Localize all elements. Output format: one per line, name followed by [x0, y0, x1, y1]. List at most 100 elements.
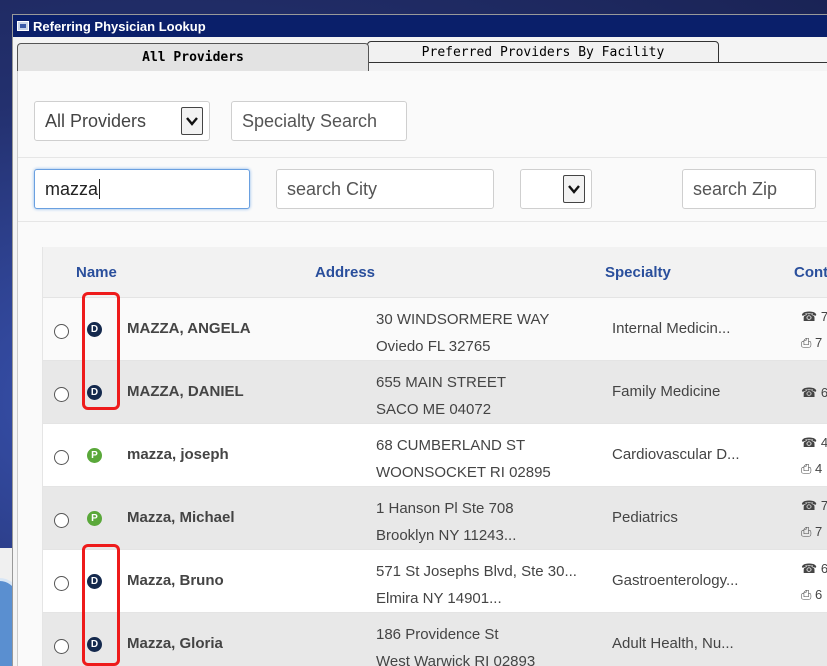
provider-specialty: Internal Medicin... — [612, 320, 731, 337]
tab-divider — [719, 62, 827, 63]
phone-icon: ☎ — [801, 309, 818, 324]
phone-icon: ☎ — [801, 435, 818, 450]
column-header-specialty[interactable]: Specialty — [605, 264, 671, 281]
row-radio[interactable] — [54, 513, 69, 528]
provider-specialty: Adult Health, Nu... — [612, 635, 734, 652]
fax-number: 4 — [815, 461, 823, 476]
window-title: Referring Physician Lookup — [33, 18, 206, 34]
chevron-down-icon[interactable] — [181, 107, 203, 135]
address-line2: Elmira NY 14901... — [376, 590, 502, 607]
provider-results-table: Name Address Specialty Cont D MAZZA, ANG… — [42, 247, 827, 666]
city-search-input[interactable]: search City — [276, 169, 494, 209]
table-row[interactable]: P mazza, joseph 68 CUMBERLAND ST WOONSOC… — [43, 423, 827, 486]
name-search-value: mazza — [45, 178, 99, 199]
address-line1: 186 Providence St — [376, 626, 499, 643]
text-caret — [99, 179, 101, 199]
provider-contact: ☎ 71 ⎙ 7 — [801, 493, 827, 545]
table-row[interactable]: D Mazza, Bruno 571 St Josephs Blvd, Ste … — [43, 549, 827, 612]
table-row[interactable]: P Mazza, Michael 1 Hanson Pl Ste 708 Bro… — [43, 486, 827, 549]
phone-icon: ☎ — [801, 385, 818, 400]
provider-type-value: All Providers — [45, 110, 147, 131]
tab-strip: Preferred Providers By Facility All Prov… — [13, 37, 827, 71]
tab-content: All Providers Specialty Search mazza sea… — [17, 71, 827, 666]
zip-search-input[interactable]: search Zip — [682, 169, 816, 209]
provider-type-badge: P — [87, 511, 102, 526]
provider-type-select[interactable]: All Providers — [34, 101, 210, 141]
address-line2: SACO ME 04072 — [376, 401, 492, 418]
title-bar: Referring Physician Lookup — [13, 15, 827, 37]
phone-number: 60 — [820, 561, 827, 576]
provider-name: Mazza, Gloria — [127, 635, 223, 652]
provider-name: mazza, joseph — [127, 446, 229, 463]
fax-icon: ⎙ — [801, 587, 812, 602]
phone-number: 40 — [820, 435, 827, 450]
provider-name: MAZZA, ANGELA — [127, 320, 251, 337]
table-row[interactable]: D MAZZA, ANGELA 30 WINDSORMERE WAY Ovied… — [43, 297, 827, 360]
table-row[interactable]: D MAZZA, DANIEL 655 MAIN STREET SACO ME … — [43, 360, 827, 423]
address-line2: West Warwick RI 02893 — [376, 653, 536, 666]
provider-specialty: Family Medicine — [612, 383, 721, 400]
fax-number: 7 — [815, 335, 823, 350]
zip-placeholder: search Zip — [693, 178, 778, 199]
state-select[interactable] — [520, 169, 592, 209]
address-line1: 1 Hanson Pl Ste 708 — [376, 500, 514, 517]
tab-all-providers[interactable]: All Providers — [17, 43, 369, 71]
specialty-search-input[interactable]: Specialty Search — [231, 101, 407, 141]
address-line2: WOONSOCKET RI 02895 — [376, 464, 551, 481]
provider-name: Mazza, Bruno — [127, 572, 224, 589]
provider-address: 186 Providence St West Warwick RI 02893 — [376, 621, 535, 666]
chevron-down-icon[interactable] — [563, 175, 585, 203]
annotation-highlight-box — [82, 544, 120, 666]
address-line2: Oviedo FL 32765 — [376, 338, 491, 355]
address-line1: 655 MAIN STREET — [376, 374, 507, 391]
fax-icon: ⎙ — [801, 461, 812, 476]
provider-specialty: Pediatrics — [612, 509, 678, 526]
fax-number: 7 — [815, 524, 823, 539]
name-search-input[interactable]: mazza — [34, 169, 250, 209]
phone-number: 60 — [820, 385, 827, 400]
address-line1: 68 CUMBERLAND ST — [376, 437, 526, 454]
column-header-contact[interactable]: Cont — [794, 264, 827, 281]
address-line1: 571 St Josephs Blvd, Ste 30... — [376, 563, 577, 580]
physician-lookup-window: Referring Physician Lookup Preferred Pro… — [12, 14, 827, 666]
provider-name: MAZZA, DANIEL — [127, 383, 244, 400]
phone-number: 71 — [820, 498, 827, 513]
row-radio[interactable] — [54, 576, 69, 591]
address-line1: 30 WINDSORMERE WAY — [376, 311, 550, 328]
provider-contact: ☎ 73 ⎙ 7 — [801, 304, 827, 356]
provider-specialty: Gastroenterology... — [612, 572, 739, 589]
provider-contact: ☎ 60 — [801, 380, 827, 406]
divider — [18, 221, 827, 222]
phone-icon: ☎ — [801, 561, 818, 576]
specialty-placeholder: Specialty Search — [242, 110, 378, 131]
provider-contact: ☎ 40 ⎙ 4 — [801, 430, 827, 482]
fax-number: 6 — [815, 587, 823, 602]
annotation-highlight-box — [82, 292, 120, 410]
phone-icon: ☎ — [801, 498, 818, 513]
phone-number: 73 — [820, 309, 827, 324]
provider-type-badge: P — [87, 448, 102, 463]
city-placeholder: search City — [287, 178, 378, 199]
table-header: Name Address Specialty Cont — [43, 247, 827, 297]
row-radio[interactable] — [54, 639, 69, 654]
row-radio[interactable] — [54, 387, 69, 402]
provider-address: 571 St Josephs Blvd, Ste 30... Elmira NY… — [376, 558, 577, 612]
divider — [18, 157, 827, 158]
column-header-address[interactable]: Address — [315, 264, 375, 281]
fax-icon: ⎙ — [801, 524, 812, 539]
provider-contact: ☎ 60 ⎙ 6 — [801, 556, 827, 608]
row-radio[interactable] — [54, 324, 69, 339]
provider-name: Mazza, Michael — [127, 509, 235, 526]
provider-address: 30 WINDSORMERE WAY Oviedo FL 32765 — [376, 306, 549, 360]
table-row[interactable]: D Mazza, Gloria 186 Providence St West W… — [43, 612, 827, 666]
provider-specialty: Cardiovascular D... — [612, 446, 740, 463]
fax-icon: ⎙ — [801, 335, 812, 350]
column-header-name[interactable]: Name — [76, 264, 117, 281]
address-line2: Brooklyn NY 11243... — [376, 527, 517, 544]
provider-address: 655 MAIN STREET SACO ME 04072 — [376, 369, 506, 423]
provider-address: 1 Hanson Pl Ste 708 Brooklyn NY 11243... — [376, 495, 516, 549]
tab-preferred-providers[interactable]: Preferred Providers By Facility — [367, 41, 719, 63]
app-icon — [17, 21, 29, 31]
provider-address: 68 CUMBERLAND ST WOONSOCKET RI 02895 — [376, 432, 551, 486]
row-radio[interactable] — [54, 450, 69, 465]
